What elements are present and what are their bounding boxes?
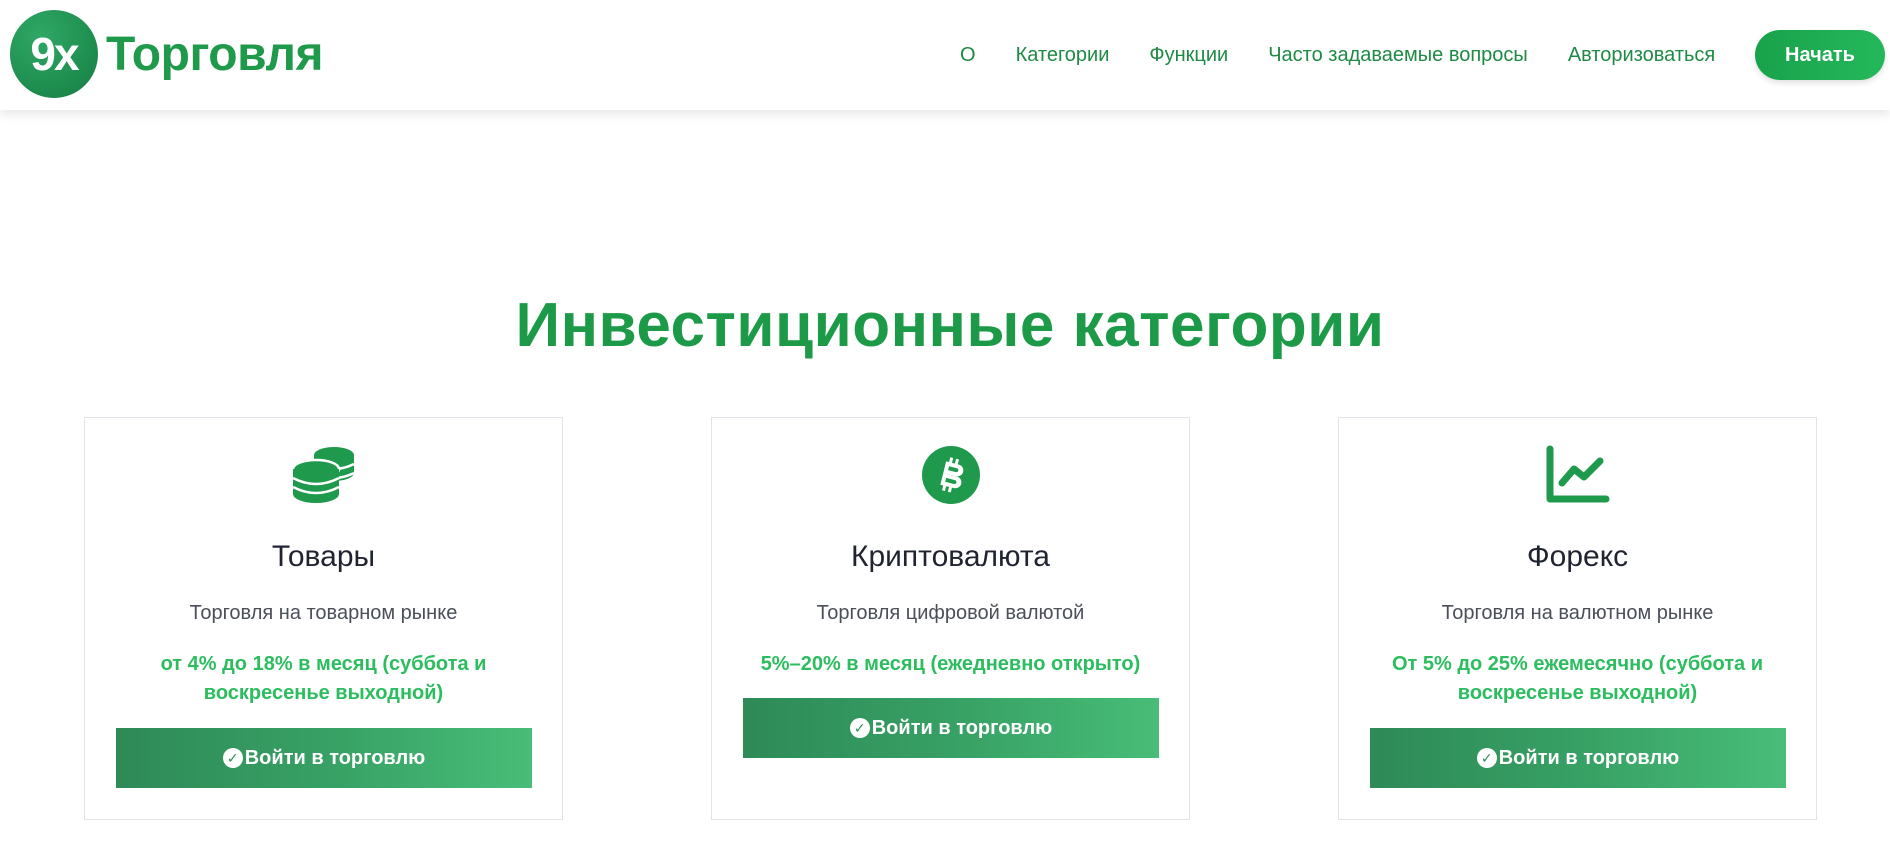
nav-link-categories[interactable]: Категории — [1016, 44, 1110, 67]
card-rate: 5%–20% в месяц (ежедневно открыто) — [760, 653, 1141, 675]
enter-trading-label: Войти в торговлю — [1498, 746, 1680, 769]
header: 9x Торговля О Категории Функции Часто за… — [0, 0, 1890, 110]
nav-link-login[interactable]: Авторизоваться — [1568, 44, 1715, 67]
card-description: Торговля цифровой валютой — [816, 602, 1085, 624]
check-circle-icon: ✓ — [1476, 748, 1497, 768]
coins-icon — [85, 444, 562, 506]
nav-link-features[interactable]: Функции — [1149, 44, 1228, 67]
enter-trading-label: Войти в торговлю — [871, 716, 1053, 739]
section-title: Инвестиционные категории — [515, 291, 1385, 360]
chart-line-icon — [1339, 444, 1816, 506]
category-card-forex: Форекс Торговля на валютном рынке От 5% … — [1338, 417, 1817, 820]
logo-badge: 9x — [10, 10, 98, 98]
start-button[interactable]: Начать — [1755, 30, 1885, 80]
card-rate: от 4% до 18% в месяц (суббота и воскресе… — [160, 653, 487, 704]
enter-trading-button[interactable]: ✓ Войти в торговлю — [116, 728, 532, 788]
category-card-commodities: Товары Торговля на товарном рынке от 4% … — [84, 417, 563, 820]
logo-text: Торговля — [106, 27, 324, 81]
card-title: Товары — [271, 540, 376, 573]
enter-trading-button[interactable]: ✓ Войти в торговлю — [743, 698, 1159, 758]
check-circle-icon: ✓ — [222, 748, 243, 768]
card-rate: От 5% до 25% ежемесячно (суббота и воскр… — [1391, 653, 1764, 704]
enter-trading-label: Войти в торговлю — [244, 746, 426, 769]
nav-link-faq[interactable]: Часто задаваемые вопросы — [1268, 44, 1528, 67]
card-description: Торговля на валютном рынке — [1441, 602, 1714, 624]
logo[interactable]: 9x Торговля — [10, 10, 324, 98]
check-circle-icon: ✓ — [849, 718, 870, 738]
bitcoin-icon — [712, 444, 1189, 506]
enter-trading-button[interactable]: ✓ Войти в торговлю — [1370, 728, 1786, 788]
main-nav: О Категории Функции Часто задаваемые воп… — [960, 0, 1755, 110]
card-description: Торговля на товарном рынке — [189, 602, 458, 624]
card-title: Форекс — [1526, 540, 1629, 573]
card-title: Криптовалюта — [851, 540, 1050, 573]
nav-link-about[interactable]: О — [960, 44, 976, 67]
category-card-crypto: Криптовалюта Торговля цифровой валютой 5… — [711, 417, 1190, 820]
